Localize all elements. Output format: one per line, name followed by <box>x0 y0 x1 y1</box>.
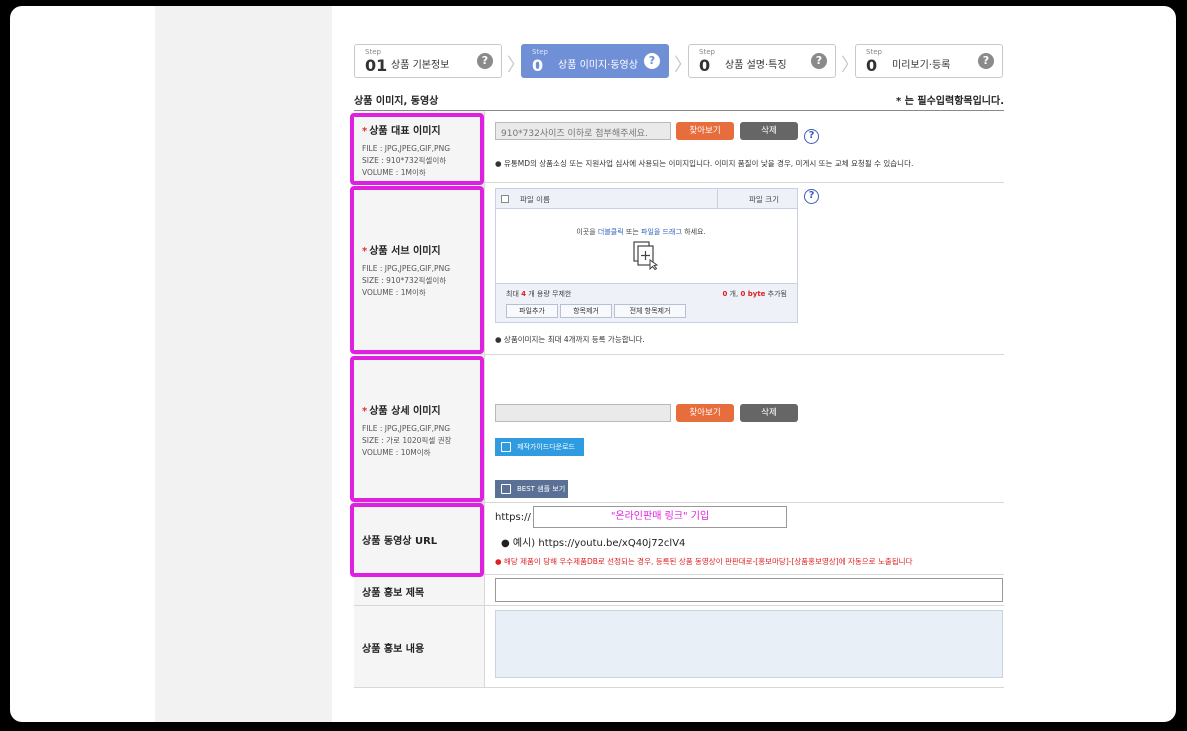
step-1-basic-info[interactable]: Step 01 상품 기본정보 ? <box>354 44 502 78</box>
file-add-icon <box>633 241 658 270</box>
promo-content-label: 상품 홍보 내용 <box>362 640 424 661</box>
download-icon <box>501 442 511 452</box>
help-icon[interactable]: ? <box>804 189 819 204</box>
row-divider <box>354 605 1004 606</box>
highlight-box <box>350 503 484 577</box>
remove-item-button[interactable]: 항목제거 <box>560 304 612 318</box>
detail-image-file-input[interactable] <box>495 404 671 422</box>
left-sidebar <box>155 6 332 722</box>
required-note: * 는 필수입력항목입니다. <box>896 96 1004 107</box>
step-progress: Step 01 상품 기본정보 ? 〉 Step 0 상품 이미지·동영상 ? … <box>354 44 1004 78</box>
promo-content-textarea[interactable] <box>495 610 1003 678</box>
step-number: 01 <box>365 56 388 75</box>
row-divider <box>354 354 1004 355</box>
promo-title-input[interactable] <box>495 578 1003 602</box>
upload-added-status: 0 개, 0 byte 추가됨 <box>722 290 787 298</box>
step-number: 0 <box>532 56 544 75</box>
step-title: 상품 이미지·동영상 <box>558 60 638 71</box>
step-4-preview-register[interactable]: Step 0 미리보기·등록 ? <box>855 44 1003 78</box>
step-label: Step <box>699 48 715 56</box>
promo-title-text: 상품 홍보 제목 <box>362 588 425 599</box>
promo-content-text: 상품 홍보 내용 <box>362 644 425 655</box>
upload-header: 파일 이름 파일 크기 <box>496 189 797 209</box>
highlight-box <box>350 356 484 502</box>
step-3-description[interactable]: Step 0 상품 설명·특징 ? <box>688 44 836 78</box>
select-all-checkbox[interactable] <box>501 195 509 203</box>
url-prefix: https:// <box>495 512 531 523</box>
step-label: Step <box>365 48 381 56</box>
section-title: 상품 이미지, 동영상 <box>354 96 439 107</box>
help-icon[interactable]: ? <box>804 129 819 144</box>
help-icon[interactable]: ? <box>644 53 660 69</box>
remove-all-button[interactable]: 전체 항목제거 <box>614 304 686 318</box>
step-label: Step <box>866 48 882 56</box>
highlight-box <box>350 113 484 185</box>
column-file-size: 파일 크기 <box>749 195 779 204</box>
gift-icon <box>501 484 511 494</box>
app-window: Step 01 상품 기본정보 ? 〉 Step 0 상품 이미지·동영상 ? … <box>10 6 1176 722</box>
detail-image-browse-button[interactable]: 찾아보기 <box>676 404 734 422</box>
step-number: 0 <box>699 56 711 75</box>
step-number: 0 <box>866 56 878 75</box>
rep-image-file-input[interactable]: 910*732사이즈 이하로 첨부해주세요. <box>495 122 671 140</box>
column-file-name: 파일 이름 <box>520 195 550 204</box>
column-divider <box>484 111 485 687</box>
best-sample-button[interactable]: BEST 샘플 보기 <box>495 480 568 498</box>
step-title: 상품 기본정보 <box>391 60 450 71</box>
help-icon[interactable]: ? <box>477 53 493 69</box>
upload-limit: 최대 4 개 용량 무제한 <box>506 290 572 298</box>
upload-footer: 최대 4 개 용량 무제한 0 개, 0 byte 추가됨 파일추가 항목제거 … <box>496 283 797 322</box>
add-file-button[interactable]: 파일추가 <box>506 304 558 318</box>
row-divider <box>354 687 1004 688</box>
rep-image-delete-button[interactable]: 삭제 <box>740 122 798 140</box>
step-title: 미리보기·등록 <box>892 60 951 71</box>
main-content: Step 01 상품 기본정보 ? 〉 Step 0 상품 이미지·동영상 ? … <box>350 6 1004 722</box>
video-url-example: ● 예시) https://youtu.be/xQ40j72clV4 <box>501 538 686 549</box>
help-icon[interactable]: ? <box>978 53 994 69</box>
help-icon[interactable]: ? <box>811 53 827 69</box>
video-url-input[interactable]: "온라인판매 링크" 기입 <box>533 506 787 528</box>
step-label: Step <box>532 48 548 56</box>
rep-image-browse-button[interactable]: 찾아보기 <box>676 122 734 140</box>
sub-image-note: ● 상품이미지는 최대 4개까지 등록 가능합니다. <box>495 335 645 344</box>
rep-image-note: ● 유통MD의 상품소싱 또는 지원사업 심사에 사용되는 이미지입니다. 이미… <box>495 159 914 168</box>
promo-title-label: 상품 홍보 제목 <box>362 584 424 605</box>
step-2-image-video[interactable]: Step 0 상품 이미지·동영상 ? <box>521 44 669 78</box>
file-upload-box[interactable]: 파일 이름 파일 크기 이곳을 더블클릭 또는 파일을 드래그 하세요. 최대 … <box>495 188 798 323</box>
step-title: 상품 설명·특징 <box>725 60 787 71</box>
detail-image-delete-button[interactable]: 삭제 <box>740 404 798 422</box>
guide-download-button[interactable]: 제작가이드다운로드 <box>495 438 584 456</box>
highlight-box <box>350 186 484 354</box>
video-url-note: ● 해당 제품이 당해 우수제품DB로 선정되는 경우, 등록된 상품 동영상이… <box>495 557 913 566</box>
drop-zone-text: 이곳을 더블클릭 또는 파일을 드래그 하세요. <box>576 228 706 236</box>
